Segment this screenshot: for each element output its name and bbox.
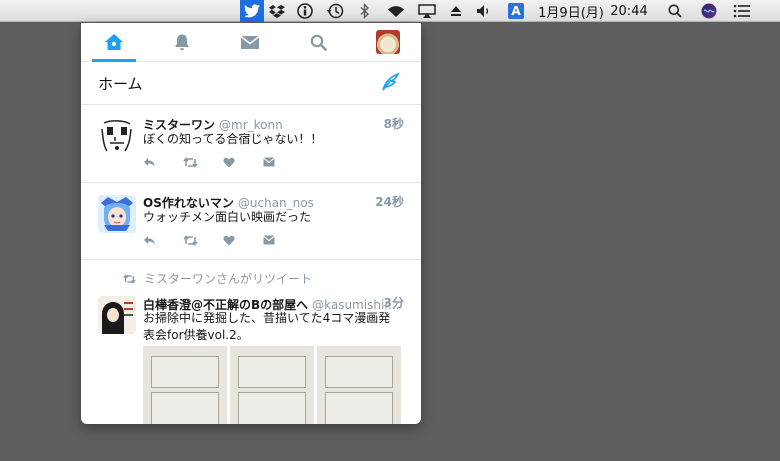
dm-icon <box>263 157 275 167</box>
profile-avatar <box>376 30 400 54</box>
dropbox-icon[interactable] <box>267 0 287 22</box>
time-machine-icon[interactable] <box>323 0 347 22</box>
tweet[interactable]: OS作れないマン @uchan_nos 24秒 ウォッチメン面白い映画だった <box>81 183 421 260</box>
user-name[interactable]: ミスターワン <box>143 118 215 132</box>
user-name[interactable]: OS作れないマン <box>143 196 234 210</box>
compose-icon <box>382 72 400 91</box>
menu-bar: A 1月9日(月) 20:44 <box>0 0 780 22</box>
tweet-text: お掃除中に発掘した、昔描いてた4コマ漫画発表会for供養vol.2。 <box>143 311 391 342</box>
like-icon <box>223 157 235 167</box>
like-icon <box>223 235 235 245</box>
reply-button[interactable] <box>143 233 183 247</box>
tweet-actions <box>143 233 303 247</box>
retweet-icon <box>123 273 136 284</box>
tab-search[interactable] <box>296 23 340 61</box>
reply-button[interactable] <box>143 155 183 169</box>
menubar-clock[interactable]: 20:44 <box>608 0 650 22</box>
volume-icon[interactable] <box>473 0 495 22</box>
tweet-time[interactable]: 3分 <box>384 294 404 311</box>
compose-button[interactable] <box>381 72 401 96</box>
search-icon <box>310 34 327 51</box>
tab-home[interactable] <box>92 23 136 62</box>
retweet-button[interactable] <box>183 233 223 247</box>
tab-notifications[interactable] <box>160 23 204 61</box>
media-image[interactable] <box>230 346 314 424</box>
info-icon[interactable] <box>294 0 316 22</box>
mail-icon <box>240 35 260 49</box>
like-button[interactable] <box>223 155 263 169</box>
tweet-time[interactable]: 24秒 <box>375 193 404 210</box>
avatar[interactable] <box>98 296 136 334</box>
input-method-icon[interactable]: A <box>508 3 524 19</box>
notification-center-icon[interactable] <box>730 0 754 22</box>
tweet[interactable]: ミスターワンさんがリツイート 白樺香澄@不正解のBの部屋へ @kasumishir… <box>81 260 421 424</box>
retweeted-by[interactable]: ミスターワンさんがリツイート <box>144 270 312 287</box>
spotlight-icon[interactable] <box>664 0 686 22</box>
media-image[interactable] <box>317 346 401 424</box>
twitter-popover: ホーム ミスターワン @mr_konn 8秒 ぼくの知ってる合宿じゃない！！ OS… <box>81 23 421 424</box>
tweet[interactable]: ミスターワン @mr_konn 8秒 ぼくの知ってる合宿じゃない！！ <box>81 105 421 183</box>
bluetooth-icon[interactable] <box>355 0 375 22</box>
bell-icon <box>175 34 189 51</box>
dm-button[interactable] <box>263 233 303 247</box>
user-handle[interactable]: @uchan_nos <box>238 196 314 210</box>
home-icon <box>105 34 123 50</box>
user-handle[interactable]: @mr_konn <box>219 118 283 132</box>
tweet-text: ウォッチメン面白い映画だった <box>143 210 312 224</box>
dm-icon <box>263 235 275 245</box>
tab-profile[interactable] <box>366 23 410 61</box>
wifi-icon[interactable] <box>384 0 408 22</box>
reply-icon <box>144 235 155 244</box>
reply-icon <box>144 157 155 166</box>
retweet-context: ミスターワンさんがリツイート <box>123 270 312 287</box>
dm-button[interactable] <box>263 155 303 169</box>
media-image[interactable] <box>143 346 227 424</box>
tweet-media[interactable] <box>143 346 401 424</box>
tweet-time[interactable]: 8秒 <box>384 115 404 132</box>
avatar[interactable] <box>98 117 136 155</box>
retweet-button[interactable] <box>183 155 223 169</box>
siri-icon[interactable] <box>698 0 720 22</box>
retweet-icon <box>183 156 198 168</box>
menubar-date[interactable]: 1月9日(月) <box>538 0 604 22</box>
tweet-actions <box>143 155 303 169</box>
airplay-icon[interactable] <box>415 0 439 22</box>
home-header: ホーム <box>81 62 421 105</box>
page-title: ホーム <box>98 75 143 93</box>
tweet-text: ぼくの知ってる合宿じゃない！！ <box>143 132 323 146</box>
tab-bar <box>81 23 421 62</box>
eject-icon[interactable] <box>446 0 466 22</box>
avatar[interactable] <box>98 195 136 233</box>
retweet-icon <box>183 234 198 246</box>
tab-messages[interactable] <box>228 23 272 61</box>
twitter-icon[interactable] <box>240 0 264 22</box>
like-button[interactable] <box>223 233 263 247</box>
